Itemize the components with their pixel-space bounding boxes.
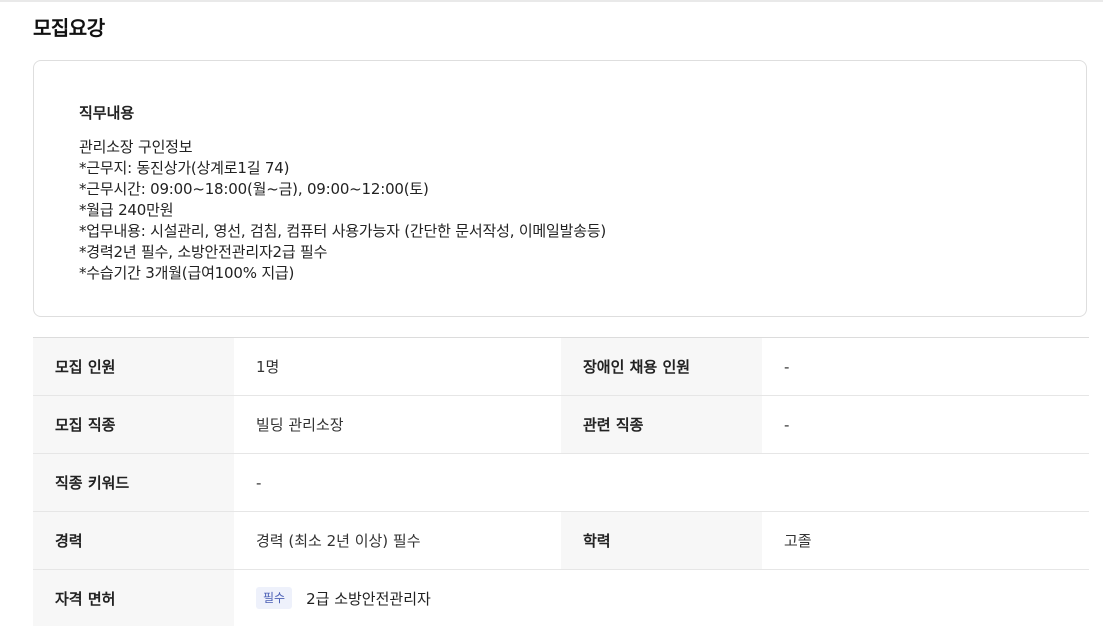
job-description-line: *근무지: 동진상가(상계로1길 74) bbox=[79, 159, 290, 177]
job-description-line: 관리소장 구인정보 bbox=[79, 138, 193, 156]
related-job-value: - bbox=[784, 415, 790, 434]
license-value: 2급 소방안전관리자 bbox=[306, 589, 431, 608]
required-badge: 필수 bbox=[256, 587, 293, 609]
job-description-heading: 직무내용 bbox=[79, 104, 135, 122]
disabled-count-label: 장애인 채용 인원 bbox=[561, 338, 762, 395]
table-row: 모집 직종 빌딩 관리소장 관련 직종 - bbox=[33, 396, 1089, 454]
recruitment-info-table: 모집 인원 1명 장애인 채용 인원 - 모집 직종 빌딩 관리소장 관련 직종… bbox=[33, 337, 1089, 626]
job-keyword-label: 직종 키워드 bbox=[33, 454, 234, 511]
table-row: 자격 면허 필수 2급 소방안전관리자 bbox=[33, 570, 1089, 626]
recruit-count-value: 1명 bbox=[256, 358, 280, 376]
job-description-line: *월급 240만원 bbox=[79, 201, 174, 219]
education-label: 학력 bbox=[561, 512, 762, 569]
career-value: 경력 (최소 2년 이상) 필수 bbox=[256, 532, 421, 550]
job-keyword-value: - bbox=[256, 473, 262, 492]
recruit-count-label: 모집 인원 bbox=[33, 338, 234, 395]
disabled-count-value: - bbox=[784, 357, 790, 376]
license-label: 자격 면허 bbox=[33, 570, 234, 626]
job-description-card: 직무내용 관리소장 구인정보 *근무지: 동진상가(상계로1길 74) *근무시… bbox=[33, 60, 1087, 317]
job-type-label: 모집 직종 bbox=[33, 396, 234, 453]
job-description-line: *업무내용: 시설관리, 영선, 검침, 컴퓨터 사용가능자 (간단한 문서작성… bbox=[79, 222, 607, 240]
top-divider bbox=[0, 0, 1103, 2]
table-row: 모집 인원 1명 장애인 채용 인원 - bbox=[33, 338, 1089, 396]
table-row: 직종 키워드 - bbox=[33, 454, 1089, 512]
section-title: 모집요강 bbox=[33, 16, 105, 40]
job-description-lines: 관리소장 구인정보 *근무지: 동진상가(상계로1길 74) *근무시간: 09… bbox=[79, 137, 606, 284]
job-description-line: *근무시간: 09:00~18:00(월~금), 09:00~12:00(토) bbox=[79, 180, 429, 198]
job-description-line: *경력2년 필수, 소방안전관리자2급 필수 bbox=[79, 243, 328, 261]
career-label: 경력 bbox=[33, 512, 234, 569]
license-value-cell: 필수 2급 소방안전관리자 bbox=[234, 570, 1089, 626]
related-job-label: 관련 직종 bbox=[561, 396, 762, 453]
job-description-line: *수습기간 3개월(급여100% 지급) bbox=[79, 264, 295, 282]
job-type-value: 빌딩 관리소장 bbox=[256, 416, 344, 434]
table-row: 경력 경력 (최소 2년 이상) 필수 학력 고졸 bbox=[33, 512, 1089, 570]
education-value: 고졸 bbox=[784, 532, 812, 550]
